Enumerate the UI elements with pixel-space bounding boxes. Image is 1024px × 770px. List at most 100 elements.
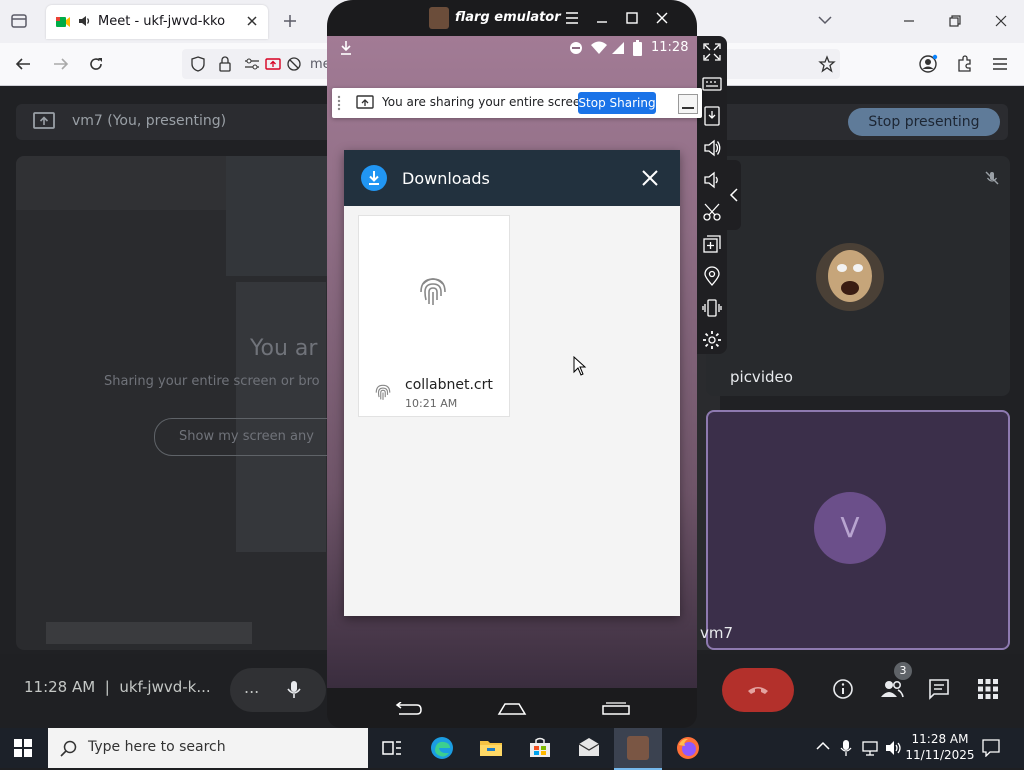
show-my-screen-button[interactable]: Show my screen any bbox=[154, 418, 356, 456]
taskbar-clock[interactable]: 11:28 AM 11/11/2025 bbox=[900, 731, 980, 763]
reload-icon[interactable] bbox=[87, 55, 105, 73]
screen-share-indicator-icon[interactable] bbox=[265, 56, 281, 72]
search-placeholder: Type here to search bbox=[88, 739, 226, 755]
emulator-close-icon[interactable] bbox=[655, 11, 669, 25]
speaker-icon[interactable] bbox=[77, 14, 91, 28]
back-icon[interactable] bbox=[14, 55, 32, 73]
shake-icon[interactable] bbox=[702, 298, 722, 318]
sharing-notice-text: You are sharing your entire screen. bbox=[382, 95, 592, 109]
wifi-icon bbox=[591, 41, 607, 55]
chat-icon[interactable] bbox=[928, 678, 950, 700]
taskbar-search-box[interactable]: Type here to search bbox=[48, 728, 368, 768]
network-icon[interactable] bbox=[862, 740, 880, 756]
battery-icon bbox=[633, 40, 642, 56]
windows-taskbar: Type here to search 11:28 AM 11/11/2025 bbox=[0, 728, 1024, 770]
drag-handle-icon[interactable] bbox=[337, 95, 341, 111]
microphone-tray-icon[interactable] bbox=[840, 739, 852, 757]
settings-gear-icon[interactable] bbox=[702, 330, 722, 350]
account-icon[interactable] bbox=[918, 54, 938, 74]
hide-notice-button[interactable] bbox=[678, 94, 698, 114]
task-view-icon[interactable] bbox=[380, 736, 404, 760]
close-tab-icon[interactable] bbox=[246, 15, 258, 27]
apk-install-icon[interactable] bbox=[702, 106, 722, 126]
mail-icon[interactable] bbox=[577, 736, 601, 760]
taskbar-flarg-emulator[interactable] bbox=[614, 728, 662, 770]
stop-presenting-button[interactable]: Stop presenting bbox=[848, 108, 1000, 136]
taskbar-date: 11/11/2025 bbox=[905, 748, 975, 762]
file-explorer-icon[interactable] bbox=[479, 736, 503, 760]
participant-tile-picvideo[interactable]: picvideo bbox=[706, 156, 1010, 396]
tab-meet[interactable]: Meet - ukf-jwvd-kko bbox=[46, 5, 268, 39]
volume-down-icon[interactable] bbox=[702, 170, 722, 190]
microsoft-store-icon[interactable] bbox=[528, 736, 552, 760]
list-all-tabs-icon[interactable] bbox=[818, 15, 832, 25]
screenshot-scissors-icon[interactable] bbox=[702, 202, 722, 222]
new-tab-icon[interactable] bbox=[282, 13, 298, 29]
tracking-shield-icon[interactable] bbox=[190, 56, 206, 72]
notifications-icon[interactable] bbox=[982, 739, 1000, 757]
edge-browser-icon[interactable] bbox=[430, 736, 454, 760]
participant-tile-vm7[interactable]: V vm7 bbox=[700, 410, 1010, 650]
minimize-window-icon[interactable] bbox=[902, 14, 916, 28]
end-call-button[interactable] bbox=[722, 668, 794, 712]
multi-instance-icon[interactable] bbox=[702, 234, 722, 254]
permissions-icon[interactable] bbox=[244, 57, 260, 71]
microphone-icon[interactable] bbox=[284, 679, 304, 701]
mirrored-subtext: Sharing your entire screen or bro bbox=[104, 374, 320, 389]
fullscreen-icon[interactable] bbox=[702, 42, 722, 62]
close-icon[interactable] bbox=[642, 170, 658, 186]
back-nav-icon[interactable] bbox=[393, 702, 423, 716]
keyboard-icon[interactable] bbox=[702, 74, 722, 94]
blocked-autoplay-icon[interactable] bbox=[286, 56, 302, 72]
firefox-icon[interactable] bbox=[676, 736, 700, 760]
search-icon bbox=[60, 739, 78, 757]
show-hidden-icons-chevron-icon[interactable] bbox=[816, 741, 830, 751]
emulator-title-bar[interactable]: flarg emulator bbox=[327, 0, 697, 36]
presenting-label: vm7 (You, presenting) bbox=[72, 113, 227, 129]
mirrored-panel bbox=[236, 282, 326, 552]
mic-control-group[interactable]: ... bbox=[230, 668, 326, 712]
participant-name-vm7: vm7 bbox=[700, 624, 734, 642]
recents-nav-icon[interactable] bbox=[601, 702, 631, 716]
google-meet-icon bbox=[55, 14, 71, 30]
lock-icon[interactable] bbox=[218, 56, 232, 72]
share-screen-icon bbox=[356, 95, 374, 111]
meeting-clock-code: 11:28 AM | ukf-jwvd-k... bbox=[24, 678, 211, 696]
chevron-left-icon bbox=[729, 188, 739, 202]
flarg-emulator-icon bbox=[627, 736, 649, 760]
meeting-code: ukf-jwvd-k... bbox=[119, 678, 211, 696]
volume-up-icon[interactable] bbox=[702, 138, 722, 158]
download-notification-icon bbox=[339, 40, 353, 56]
screen-sharing-notice: You are sharing your entire screen. Stop… bbox=[332, 88, 702, 118]
more-options-dots[interactable]: ... bbox=[244, 678, 259, 697]
close-window-icon[interactable] bbox=[994, 14, 1008, 28]
tab-title: Meet - ukf-jwvd-kko bbox=[98, 14, 226, 29]
location-icon[interactable] bbox=[702, 266, 722, 286]
participant-name-picvideo: picvideo bbox=[730, 368, 793, 386]
avatar: V bbox=[814, 492, 886, 564]
activities-grid-icon[interactable] bbox=[977, 678, 999, 700]
app-menu-icon[interactable] bbox=[991, 55, 1009, 73]
emulator-menu-icon[interactable] bbox=[565, 12, 579, 24]
stop-sharing-button[interactable]: Stop Sharing bbox=[578, 92, 656, 114]
file-name: collabnet.crt bbox=[405, 377, 493, 393]
emulator-minimize-icon[interactable] bbox=[595, 12, 609, 24]
cell-signal-icon bbox=[611, 41, 625, 55]
emulator-maximize-icon[interactable] bbox=[625, 11, 639, 25]
windows-start-icon[interactable] bbox=[14, 739, 32, 757]
file-card-collabnet[interactable]: collabnet.crt 10:21 AM bbox=[358, 215, 510, 417]
restore-window-icon[interactable] bbox=[948, 14, 962, 28]
bookmark-star-icon[interactable] bbox=[818, 55, 836, 73]
mouse-cursor-icon bbox=[573, 356, 587, 376]
tab-list-icon[interactable] bbox=[10, 12, 28, 30]
extensions-icon[interactable] bbox=[955, 54, 975, 74]
mirrored-heading: You ar bbox=[250, 336, 318, 361]
people-icon[interactable] bbox=[880, 678, 904, 700]
meeting-clock: 11:28 AM bbox=[24, 678, 96, 696]
toolbar-collapse-tab[interactable] bbox=[727, 160, 741, 230]
meeting-info-icon[interactable] bbox=[832, 678, 854, 700]
home-nav-icon[interactable] bbox=[497, 702, 527, 716]
emulator-title: flarg emulator bbox=[455, 10, 561, 25]
muted-mic-icon bbox=[984, 170, 1000, 186]
forward-icon[interactable] bbox=[52, 55, 70, 73]
